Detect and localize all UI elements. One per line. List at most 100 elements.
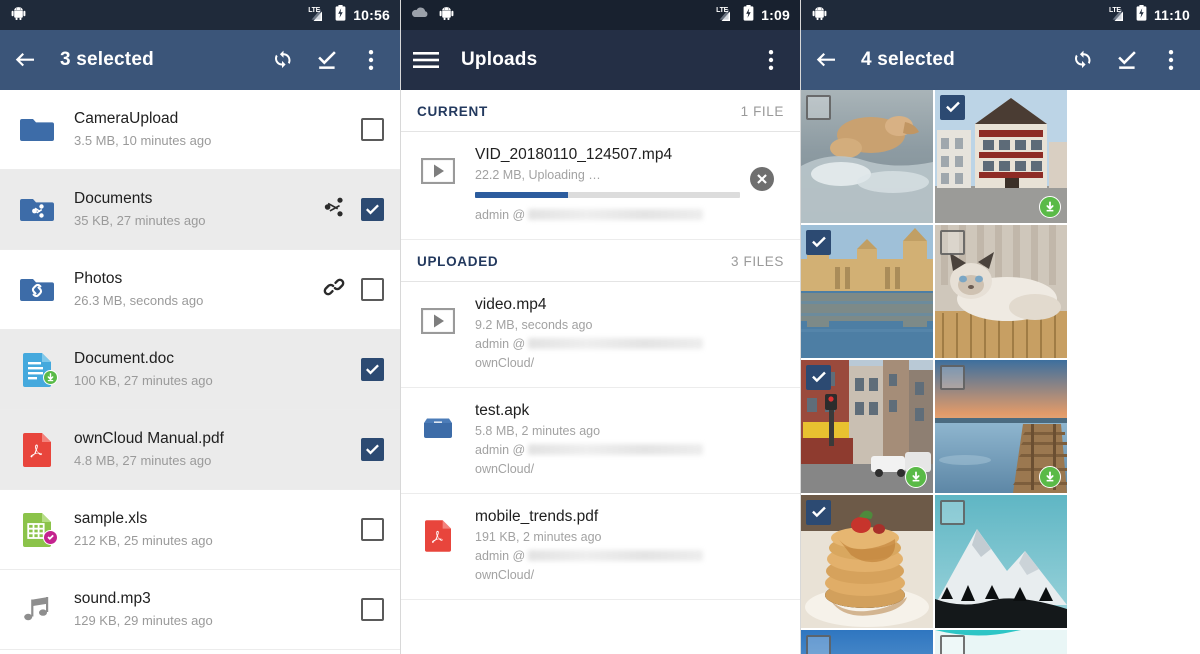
status-bar: LTE 11:10 (801, 0, 1200, 30)
photo-checkbox[interactable] (806, 230, 831, 255)
upload-row-current[interactable]: VID_20180110_124507.mp4 22.2 MB, Uploadi… (401, 132, 800, 240)
file-row[interactable]: ownCloud Manual.pdf 4.8 MB, 27 minutes a… (0, 410, 400, 490)
upload-status: 9.2 MB, seconds ago (475, 318, 593, 332)
photo-tile[interactable] (801, 495, 933, 628)
file-checkbox[interactable] (361, 518, 384, 541)
pdf-file-icon (415, 506, 461, 552)
status-bar-notifications (10, 6, 27, 25)
file-meta: 35 KB, 27 minutes ago (74, 213, 206, 228)
file-list: CameraUpload 3.5 MB, 10 minutes ago Docu… (0, 90, 400, 650)
signal-icon: LTE (716, 7, 736, 23)
file-meta: 4.8 MB, 27 minutes ago (74, 453, 212, 468)
gallery-panel: LTE 11:10 4 selected (800, 0, 1200, 654)
row-actions (315, 196, 384, 223)
file-name: sample.xls (74, 510, 148, 527)
file-info: CameraUpload 3.5 MB, 10 minutes ago (60, 109, 353, 150)
file-row[interactable]: CameraUpload 3.5 MB, 10 minutes ago (0, 90, 400, 170)
status-bar-notifications (411, 6, 455, 25)
photo-checkbox[interactable] (806, 95, 831, 120)
photo-tile[interactable] (935, 630, 1067, 654)
account-label: admin @ (475, 443, 526, 457)
upload-account: admin @ (475, 441, 784, 460)
file-checkbox[interactable] (361, 198, 384, 221)
folder-icon (14, 116, 60, 144)
pdf-file-icon (14, 432, 60, 467)
sync-icon[interactable] (1070, 47, 1096, 73)
photo-checkbox[interactable] (940, 500, 965, 525)
section-header-current: CURRENT 1 FILE (401, 90, 800, 132)
account-label: admin @ (475, 208, 526, 222)
clock-label: 11:10 (1153, 7, 1190, 23)
photo-checkbox[interactable] (940, 365, 965, 390)
photo-checkbox[interactable] (940, 230, 965, 255)
section-count: 1 FILE (740, 104, 784, 119)
select-all-icon[interactable] (1114, 47, 1140, 73)
file-name: Document.doc (74, 350, 174, 367)
file-checkbox[interactable] (361, 358, 384, 381)
row-actions (353, 438, 384, 461)
cancel-upload-button[interactable] (740, 144, 784, 192)
upload-row[interactable]: test.apk 5.8 MB, 2 minutes ago admin @ o… (401, 388, 800, 494)
file-checkbox[interactable] (361, 598, 384, 621)
select-all-icon[interactable] (314, 47, 340, 73)
overflow-menu-icon[interactable] (758, 47, 784, 73)
download-badge (1039, 466, 1061, 488)
photo-tile[interactable] (935, 360, 1067, 493)
photo-tile[interactable] (935, 225, 1067, 358)
photo-checkbox[interactable] (940, 635, 965, 654)
android-icon (10, 6, 27, 25)
folder-link-icon (14, 276, 60, 304)
file-row[interactable]: sample.xls 212 KB, 25 minutes ago (0, 490, 400, 570)
file-row[interactable]: Photos 26.3 MB, seconds ago (0, 250, 400, 330)
upload-row[interactable]: video.mp4 9.2 MB, seconds ago admin @ ow… (401, 282, 800, 388)
arrow-back-icon[interactable] (12, 47, 38, 73)
file-checkbox[interactable] (361, 118, 384, 141)
file-name: CameraUpload (74, 110, 179, 127)
share-icon[interactable] (323, 196, 345, 223)
clock-label: 10:56 (353, 7, 390, 23)
network-type-label: LTE (1108, 6, 1121, 14)
file-name: Documents (74, 190, 153, 207)
file-meta: 129 KB, 29 minutes ago (74, 613, 213, 628)
arrow-back-icon[interactable] (813, 47, 839, 73)
photo-checkbox[interactable] (806, 500, 831, 525)
sync-badge (43, 529, 58, 545)
doc-file-icon (14, 352, 60, 387)
upload-account: admin @ (475, 547, 784, 566)
android-icon (438, 6, 455, 25)
battery-charging-icon (1136, 4, 1147, 26)
upload-account: admin @ (475, 335, 784, 354)
overflow-menu-icon[interactable] (1158, 47, 1184, 73)
upload-info: VID_20180110_124507.mp4 22.2 MB, Uploadi… (461, 144, 740, 225)
upload-account: admin @ (475, 206, 740, 225)
photo-tile[interactable] (801, 630, 933, 654)
photo-tile[interactable] (935, 90, 1067, 223)
upload-status: 22.2 MB, Uploading … (475, 168, 601, 182)
photo-tile[interactable] (801, 225, 933, 358)
account-label: admin @ (475, 337, 526, 351)
photo-checkbox[interactable] (806, 635, 831, 654)
upload-file-name: VID_20180110_124507.mp4 (475, 146, 673, 163)
upload-row[interactable]: mobile_trends.pdf 191 KB, 2 minutes ago … (401, 494, 800, 600)
photo-checkbox[interactable] (940, 95, 965, 120)
android-icon (811, 6, 828, 25)
photo-checkbox[interactable] (806, 365, 831, 390)
download-badge (1039, 196, 1061, 218)
photo-tile[interactable] (801, 360, 933, 493)
overflow-menu-icon[interactable] (358, 47, 384, 73)
section-title: UPLOADED (417, 254, 499, 269)
upload-path: ownCloud/ (475, 462, 535, 476)
file-row[interactable]: Documents 35 KB, 27 minutes ago (0, 170, 400, 250)
section-count: 3 FILES (731, 254, 784, 269)
file-row[interactable]: sound.mp3 129 KB, 29 minutes ago (0, 570, 400, 650)
link-icon[interactable] (323, 276, 345, 303)
photo-tile[interactable] (935, 495, 1067, 628)
apk-file-icon (415, 400, 461, 440)
file-name: sound.mp3 (74, 590, 151, 607)
photo-tile[interactable] (801, 90, 933, 223)
file-checkbox[interactable] (361, 278, 384, 301)
sync-icon[interactable] (270, 47, 296, 73)
hamburger-menu-icon[interactable] (413, 47, 439, 73)
file-checkbox[interactable] (361, 438, 384, 461)
file-row[interactable]: Document.doc 100 KB, 27 minutes ago (0, 330, 400, 410)
